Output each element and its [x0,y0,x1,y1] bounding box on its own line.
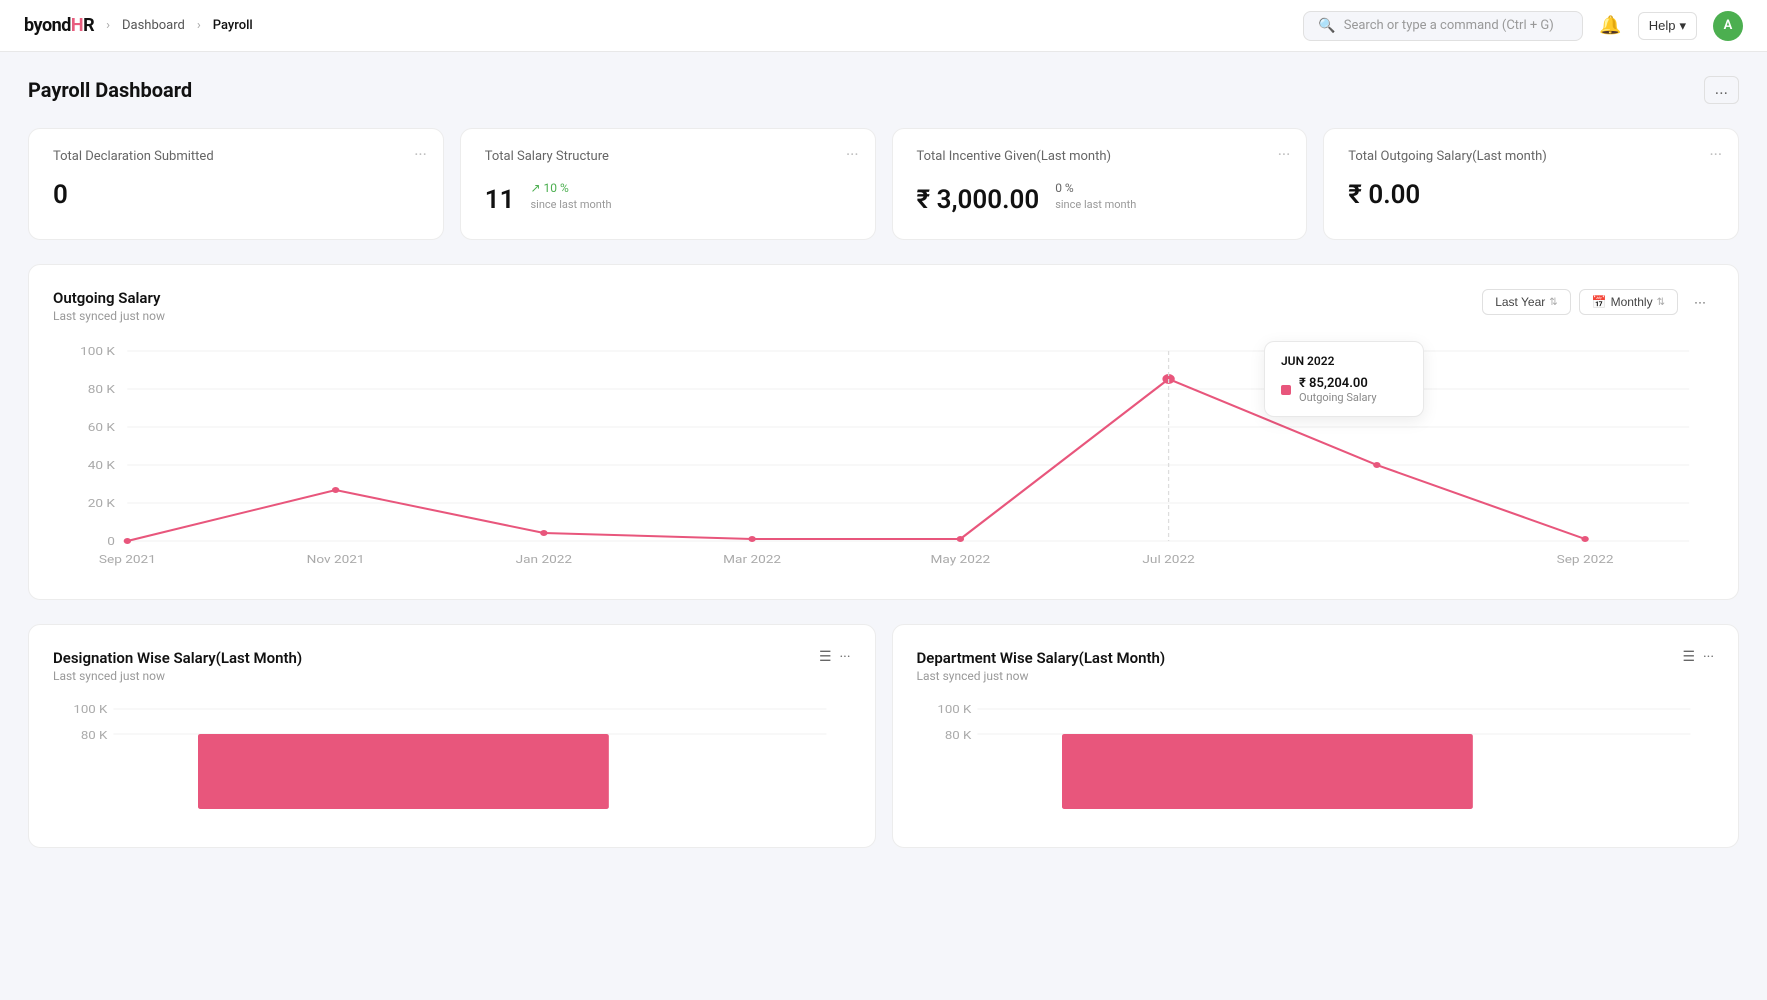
svg-text:0: 0 [107,536,115,548]
svg-text:20 K: 20 K [88,498,115,510]
svg-text:Sep 2021: Sep 2021 [99,554,156,566]
monthly-label: Monthly [1611,295,1653,309]
department-filter-icon[interactable]: ☰ [1682,649,1695,665]
designation-bar-svg: 100 K 80 K [53,699,851,819]
last-year-filter[interactable]: Last Year ⇅ [1482,289,1570,315]
outgoing-chart-title: Outgoing Salary [53,289,165,307]
outgoing-chart-subtitle: Last synced just now [53,309,165,323]
svg-text:60 K: 60 K [88,422,115,434]
page-title: Payroll Dashboard [28,78,192,102]
breadcrumb-sep-2: › [197,18,201,33]
stat-card-incentive: ··· Total Incentive Given(Last month) ₹ … [892,128,1308,240]
designation-more-icon[interactable]: ··· [840,649,851,665]
outgoing-chart-more-button[interactable]: ··· [1686,290,1714,314]
last-year-arrows-icon: ⇅ [1549,297,1557,308]
svg-text:Sep 2022: Sep 2022 [1557,554,1614,566]
bottom-charts-row: Designation Wise Salary(Last Month) Last… [28,624,1739,848]
department-chart-subtitle: Last synced just now [917,669,1166,683]
outgoing-salary-chart-card: Outgoing Salary Last synced just now Las… [28,264,1739,600]
avatar[interactable]: A [1713,11,1743,41]
tooltip-label: Outgoing Salary [1299,391,1377,404]
stat-card-menu-salary-structure[interactable]: ··· [846,145,859,164]
page-header: Payroll Dashboard ... [28,76,1739,104]
calendar-icon: 📅 [1592,295,1607,309]
svg-text:40 K: 40 K [88,460,115,472]
stat-since-salary-structure: since last month [530,198,611,211]
chart-tooltip: JUN 2022 ₹ 85,204.00 Outgoing Salary [1264,341,1424,417]
designation-chart-subtitle: Last synced just now [53,669,302,683]
stats-row: ··· Total Declaration Submitted 0 ··· To… [28,128,1739,240]
designation-filter-icon[interactable]: ☰ [819,649,832,665]
stat-card-salary-structure: ··· Total Salary Structure 11 ↗ 10 % sin… [460,128,876,240]
brand-logo: byondHR [24,15,94,36]
help-chevron-icon: ▾ [1679,18,1686,34]
stat-label-declaration: Total Declaration Submitted [53,149,419,164]
department-chart-title: Department Wise Salary(Last Month) [917,649,1166,667]
department-bar-area: 100 K 80 K [917,699,1715,823]
designation-bar-area: 100 K 80 K [53,699,851,823]
department-bar-svg: 100 K 80 K [917,699,1715,819]
svg-text:Mar 2022: Mar 2022 [723,554,781,566]
svg-text:100 K: 100 K [73,703,107,716]
help-button[interactable]: Help ▾ [1638,12,1697,40]
svg-text:80 K: 80 K [944,729,971,742]
stat-value-incentive: ₹ 3,000.00 [917,185,1040,215]
outgoing-chart-controls: Last Year ⇅ 📅 Monthly ⇅ ··· [1482,289,1714,315]
stat-label-outgoing: Total Outgoing Salary(Last month) [1348,149,1714,164]
outgoing-chart-area: 100 K 80 K 60 K 40 K 20 K 0 [53,331,1714,575]
department-more-icon[interactable]: ··· [1703,649,1714,665]
search-box[interactable]: 🔍 Search or type a command (Ctrl + G) [1303,11,1583,41]
stat-card-menu-outgoing[interactable]: ··· [1709,145,1722,164]
stat-value-declaration: 0 [53,180,419,210]
stat-label-incentive: Total Incentive Given(Last month) [917,149,1283,164]
breadcrumb-payroll: Payroll [213,18,253,33]
department-chart-card: Department Wise Salary(Last Month) Last … [892,624,1740,848]
last-year-label: Last Year [1495,295,1545,309]
svg-text:100 K: 100 K [80,346,115,358]
svg-text:100 K: 100 K [937,703,971,716]
stat-trend-salary-structure: ↗ 10 % [530,181,568,195]
tooltip-dot [1281,385,1291,395]
stat-value-outgoing: ₹ 0.00 [1348,180,1714,210]
svg-text:Jan 2022: Jan 2022 [516,554,572,566]
tooltip-amount: ₹ 85,204.00 [1299,376,1377,391]
monthly-filter[interactable]: 📅 Monthly ⇅ [1579,289,1678,315]
svg-text:80 K: 80 K [81,729,108,742]
department-chart-controls: ☰ ··· [1682,649,1714,665]
stat-card-outgoing: ··· Total Outgoing Salary(Last month) ₹ … [1323,128,1739,240]
stat-value-salary-structure: 11 [485,185,515,215]
svg-text:May 2022: May 2022 [931,554,991,566]
svg-text:Nov 2021: Nov 2021 [307,554,365,566]
designation-chart-card: Designation Wise Salary(Last Month) Last… [28,624,876,848]
help-label: Help [1649,18,1676,33]
search-placeholder-text: Search or type a command (Ctrl + G) [1344,18,1554,33]
outgoing-chart-svg: 100 K 80 K 60 K 40 K 20 K 0 [53,331,1714,571]
stat-trend-incentive: 0 % [1055,181,1074,195]
designation-chart-title: Designation Wise Salary(Last Month) [53,649,302,667]
svg-text:Jul 2022: Jul 2022 [1142,554,1194,566]
stat-label-salary-structure: Total Salary Structure [485,149,851,164]
svg-text:80 K: 80 K [88,384,115,396]
designation-chart-controls: ☰ ··· [819,649,851,665]
monthly-arrows-icon: ⇅ [1657,297,1665,308]
search-icon: 🔍 [1318,18,1335,34]
page-more-button[interactable]: ... [1704,76,1739,104]
tooltip-date: JUN 2022 [1281,354,1407,368]
stat-card-menu-incentive[interactable]: ··· [1278,145,1291,164]
stat-card-menu-declaration[interactable]: ··· [414,145,427,164]
tooltip-row: ₹ 85,204.00 Outgoing Salary [1281,376,1407,404]
breadcrumb-dashboard[interactable]: Dashboard [122,18,185,33]
breadcrumb-sep-1: › [106,18,110,33]
stat-since-incentive: since last month [1055,198,1136,211]
bell-icon[interactable]: 🔔 [1599,15,1621,36]
stat-card-declaration: ··· Total Declaration Submitted 0 [28,128,444,240]
